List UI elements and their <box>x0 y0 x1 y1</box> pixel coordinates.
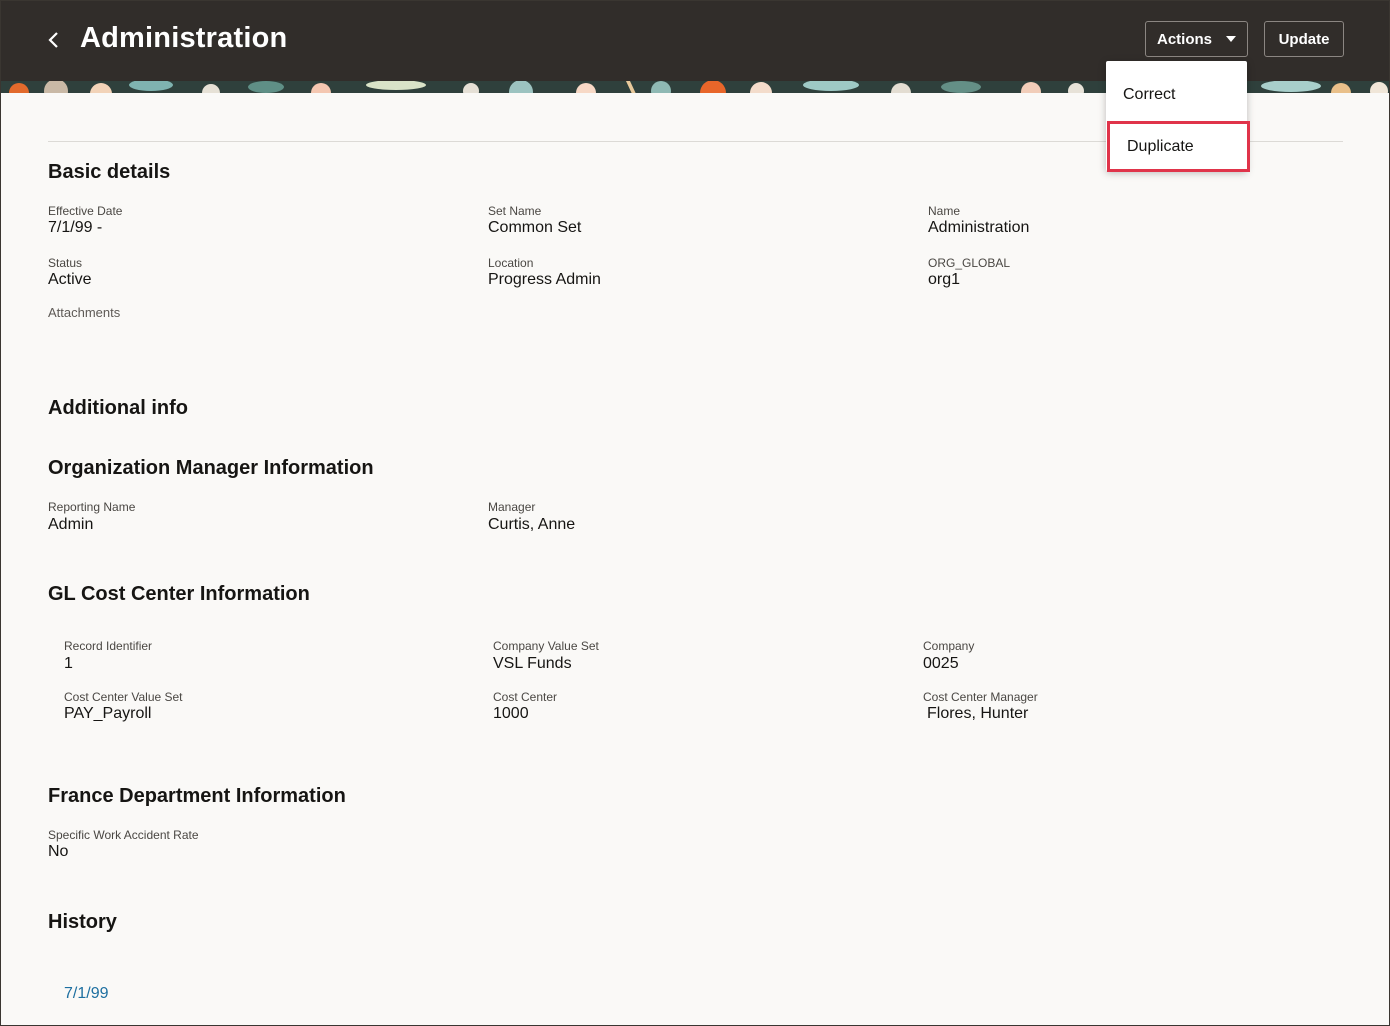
cost-center-label: Cost Center <box>493 690 558 704</box>
reporting-name-label: Reporting Name <box>48 500 136 514</box>
cost-center-manager-value: Flores, Hunter <box>927 705 1029 722</box>
org-global-label: ORG_GLOBAL <box>928 256 1011 270</box>
cost-center-value: 1000 <box>493 705 529 722</box>
company-value: 0025 <box>923 655 959 672</box>
record-identifier-value: 1 <box>64 655 73 672</box>
work-accident-rate-label: Specific Work Accident Rate <box>48 828 199 842</box>
effective-date-value: 7/1/99 - <box>48 219 103 236</box>
manager-label: Manager <box>488 500 536 514</box>
menu-item-correct[interactable]: Correct <box>1106 73 1247 117</box>
org-manager-heading: Organization Manager Information <box>48 457 374 479</box>
gl-cost-center-heading: GL Cost Center Information <box>48 583 310 605</box>
set-name-label: Set Name <box>488 204 542 218</box>
company-label: Company <box>923 639 975 653</box>
update-button[interactable]: Update <box>1264 21 1344 57</box>
actions-button[interactable]: Actions <box>1145 21 1248 57</box>
france-dept-heading: France Department Information <box>48 785 346 807</box>
name-label: Name <box>928 204 961 218</box>
actions-button-label: Actions <box>1156 30 1212 48</box>
location-label: Location <box>488 256 534 270</box>
effective-date-label: Effective Date <box>48 204 123 218</box>
name-value: Administration <box>928 219 1030 236</box>
org-global-value: org1 <box>928 271 961 288</box>
cost-center-value-set-value: PAY_Payroll <box>64 705 152 722</box>
actions-dropdown-menu: Correct Duplicate <box>1106 61 1250 172</box>
basic-details-heading: Basic details <box>48 161 171 183</box>
manager-value: Curtis, Anne <box>488 516 576 533</box>
history-date-link[interactable]: 7/1/99 <box>64 985 108 1003</box>
work-accident-rate-value: No <box>48 843 69 860</box>
back-icon[interactable] <box>43 27 67 55</box>
history-heading: History <box>48 911 117 933</box>
reporting-name-value: Admin <box>48 516 94 533</box>
cost-center-value-set-label: Cost Center Value Set <box>64 690 183 704</box>
attachments-label: Attachments <box>48 305 121 320</box>
additional-info-heading: Additional info <box>48 397 188 419</box>
status-label: Status <box>48 256 83 270</box>
caret-down-icon <box>1226 36 1236 42</box>
company-value-set-value: VSL Funds <box>493 655 572 672</box>
status-value: Active <box>48 271 92 288</box>
set-name-value: Common Set <box>488 219 582 236</box>
record-identifier-label: Record Identifier <box>64 639 153 653</box>
page-title: Administration <box>80 22 288 54</box>
menu-item-duplicate[interactable]: Duplicate <box>1107 121 1250 172</box>
location-value: Progress Admin <box>488 271 601 288</box>
cost-center-manager-label: Cost Center Manager <box>923 690 1038 704</box>
company-value-set-label: Company Value Set <box>493 639 599 653</box>
